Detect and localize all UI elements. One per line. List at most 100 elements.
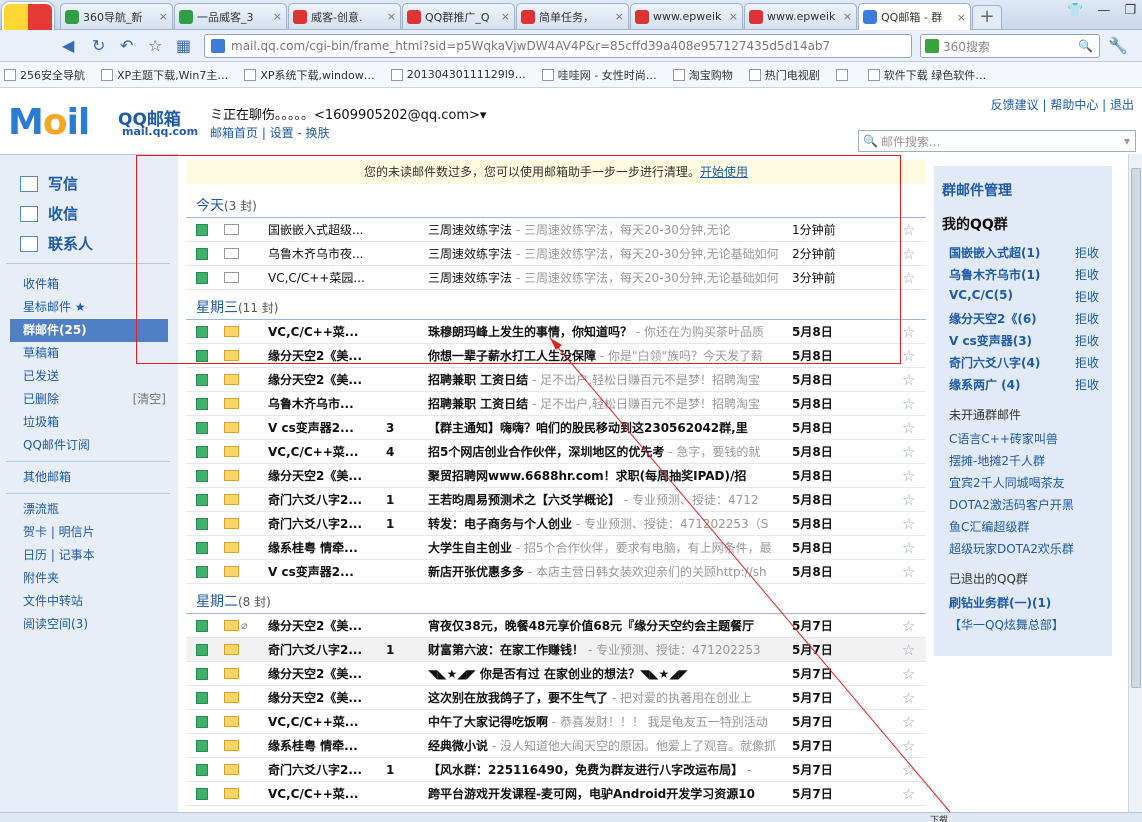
star-icon[interactable]: ☆ (902, 347, 915, 365)
star-icon[interactable]: ☆ (902, 617, 915, 635)
star-icon[interactable]: ☆ (902, 221, 915, 239)
scrollbar-thumb[interactable] (1131, 168, 1141, 688)
star-icon[interactable]: ☆ (902, 491, 915, 509)
star-icon[interactable]: ☆ (902, 713, 915, 731)
exited-group-link[interactable]: 【华一QQ炫舞总部】 (949, 616, 1064, 633)
checkbox[interactable] (196, 643, 208, 656)
maximize-icon[interactable]: ❐ (1124, 3, 1136, 18)
checkbox[interactable] (196, 493, 208, 506)
mail-row[interactable]: 缘分天空2《美... 招聘兼职 工资日结 - 足不出户,轻松日赚百元不是梦！招聘淘… (186, 368, 926, 392)
tab-4[interactable]: QQ群推广_Q × (402, 3, 515, 29)
close-icon[interactable]: × (843, 10, 852, 23)
mail-row[interactable]: VC,C/C++菜... 跨平台游戏开发课程-麦可网，电驴Android开发学习资… (186, 782, 926, 806)
star-icon[interactable]: ☆ (902, 539, 915, 557)
unopened-group-link[interactable]: 鱼C汇编超级群 (949, 518, 1029, 535)
mail-row[interactable]: 奇门六爻八字2... 1 【风水群：225116490，免费为群友进行八字改运布局】… (186, 758, 926, 782)
folder-7[interactable]: 垃圾箱 (0, 411, 178, 434)
chevron-down-icon[interactable]: ▾ (1124, 134, 1130, 148)
unopened-group-link[interactable]: 摆摊-地摊2千人群 (949, 452, 1045, 469)
star-icon[interactable]: ☆ (902, 641, 915, 659)
checkbox[interactable] (196, 619, 208, 632)
tab-2[interactable]: 一品威客_3 × (174, 3, 287, 29)
close-icon[interactable]: × (159, 10, 168, 23)
reject-link[interactable]: 拒收 (1075, 266, 1099, 283)
unopened-group-link[interactable]: DOTA2激活码客户开黑 (949, 496, 1074, 513)
folder-10[interactable]: 其他邮箱 (0, 466, 178, 489)
reject-link[interactable]: 拒收 (1075, 288, 1099, 305)
bookmark-item[interactable]: XP主题下载,Win7主… (101, 67, 228, 83)
checkbox[interactable] (196, 715, 208, 728)
star-icon[interactable]: ☆ (902, 737, 915, 755)
close-icon[interactable]: × (957, 11, 966, 24)
qqmail-logo[interactable]: Moil (8, 102, 90, 143)
group-item[interactable]: VC,C/C(5) 拒收 (949, 288, 1099, 305)
star-icon[interactable]: ☆ (902, 467, 915, 485)
search-icon[interactable]: 🔍 (1078, 39, 1093, 53)
group-item[interactable]: 乌鲁木齐乌市(1) 拒收 (949, 266, 1099, 283)
bookmark-item[interactable]: XP系统下载,window… (244, 67, 375, 83)
mail-row[interactable]: V cs变声器2... 新店开张优惠多多 - 本店主营日韩女装欢迎亲们的关顾htt… (186, 560, 926, 584)
reject-link[interactable]: 拒收 (1075, 354, 1099, 371)
checkbox[interactable] (196, 565, 208, 578)
checkbox[interactable] (196, 445, 208, 458)
star-icon[interactable]: ☆ (902, 323, 915, 341)
checkbox[interactable] (196, 373, 208, 386)
address-bar[interactable]: mail.qq.com/cgi-bin/frame_html?sid=p5Wqk… (204, 34, 912, 58)
bookmark-item[interactable]: 哇哇网 - 女性时尚… (541, 67, 657, 83)
close-icon[interactable]: × (729, 10, 738, 23)
tab-6[interactable]: www.epweik × (630, 3, 743, 29)
tab-5[interactable]: 简单任务， × (516, 3, 629, 29)
back-icon[interactable]: ◀ (62, 36, 74, 55)
mail-search-input[interactable]: 🔍 邮件搜索... ▾ (858, 130, 1136, 152)
user-links[interactable]: 邮箱首页 | 设置 - 换肤 (210, 124, 330, 141)
bookmark-item[interactable]: 热门电视剧 (748, 67, 820, 83)
star-icon[interactable]: ☆ (902, 419, 915, 437)
mail-row[interactable]: 缘系桂粤 情牵... 经典微小说 - 没人知道他大闹天空的原因。他爱上了观音。就像… (186, 734, 926, 758)
checkbox[interactable] (196, 739, 208, 752)
close-icon[interactable]: × (615, 10, 624, 23)
star-icon[interactable]: ☆ (902, 689, 915, 707)
star-icon[interactable]: ☆ (902, 443, 915, 461)
bookmark-item[interactable] (835, 68, 852, 81)
tools-wrench-icon[interactable]: 🔧 (1108, 36, 1128, 55)
favorite-star-icon[interactable]: ☆ (148, 36, 162, 55)
star-icon[interactable]: ☆ (902, 371, 915, 389)
bookmark-item[interactable]: 软件下载 绿色软件… (867, 67, 986, 83)
folder-14[interactable]: 日历 | 记事本 (0, 544, 178, 567)
user-account[interactable]: ミ正在聊伤。。。。。<1609905202@qq.com>▾ (210, 104, 486, 123)
folder-16[interactable]: 文件中转站 (0, 590, 178, 613)
mail-row[interactable]: V cs变声器2... 3 【群主通知】嗨嗨？咱们的股民移动到这230562042群… (186, 416, 926, 440)
group-item[interactable]: 国嵌嵌入式超(1) 拒收 (949, 244, 1099, 261)
mail-row[interactable]: 缘分天空2《美... 聚贸招聘网www.6688hr.com！求职(每周抽奖IPA… (186, 464, 926, 488)
close-icon[interactable]: × (273, 10, 282, 23)
star-icon[interactable]: ☆ (902, 269, 915, 287)
mail-row[interactable]: VC,C/C++菜... 中午了大家记得吃饭啊 - 恭喜发财！！！ 我是龟友五一特… (186, 710, 926, 734)
exited-group-link[interactable]: 刷钻业务群(一)(1) (949, 594, 1051, 611)
folder-12[interactable]: 漂流瓶 (0, 498, 178, 521)
group-item[interactable]: 缘系两广 (4) 拒收 (949, 376, 1099, 393)
star-icon[interactable]: ☆ (902, 395, 915, 413)
folder-6[interactable]: 已删除 [清空] (0, 388, 178, 411)
reject-link[interactable]: 拒收 (1075, 376, 1099, 393)
mail-row[interactable]: ⌀ 缘分天空2《美... 宵夜仅38元，晚餐48元享价值68元『缘分天空约会主题餐厅… (186, 614, 926, 638)
bookmark-item[interactable]: 20130430111129l9… (390, 68, 526, 81)
apps-icon[interactable]: ▦ (176, 36, 191, 55)
close-icon[interactable]: × (387, 10, 396, 23)
tab-1[interactable]: 360导航_新 × (60, 3, 173, 29)
download-status[interactable]: 下载 (930, 813, 948, 822)
checkbox[interactable] (196, 691, 208, 704)
mail-row[interactable]: 缘分天空2《美... 这次别在放我鸽子了，要不生气了 - 把对爱的执著用在创业上 5… (186, 686, 926, 710)
star-icon[interactable]: ☆ (902, 515, 915, 533)
checkbox[interactable] (196, 667, 208, 680)
refresh-icon[interactable]: ↻ (92, 36, 105, 55)
mail-row[interactable]: 奇门六爻八字2... 1 王若昀周易预测术之【六爻学概论】 - 专业预测、授徒：47… (186, 488, 926, 512)
group-item[interactable]: V cs变声器(3) 拒收 (949, 332, 1099, 349)
checkbox[interactable] (196, 397, 208, 410)
reject-link[interactable]: 拒收 (1075, 332, 1099, 349)
tab-7[interactable]: www.epweik × (744, 3, 857, 29)
checkbox[interactable] (196, 421, 208, 434)
checkbox[interactable] (196, 517, 208, 530)
tab-8[interactable]: QQ邮箱 - 群 × (858, 3, 971, 30)
scrollbar[interactable] (1128, 154, 1142, 812)
new-tab-button[interactable]: + (972, 5, 1002, 29)
